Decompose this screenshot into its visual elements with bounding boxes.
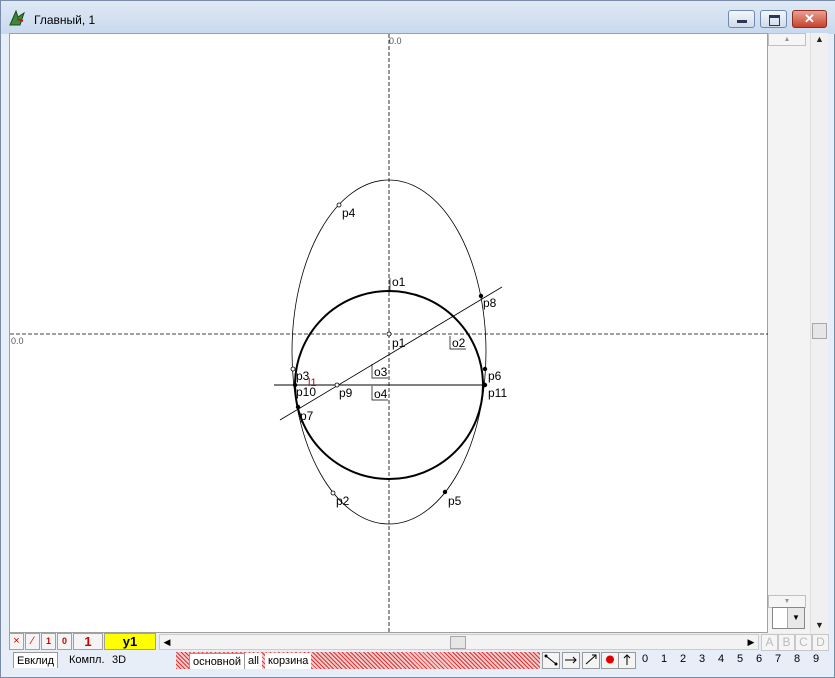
point-p1 — [386, 331, 392, 337]
drawing-canvas[interactable]: 0.0 0.0 o1 p1 o2 o3 o4 p4 p8 p3 l1 p10 p… — [9, 33, 769, 634]
scroll-up-arrow[interactable]: ▲ — [812, 33, 827, 45]
digit-7[interactable]: 7 — [771, 653, 785, 665]
point-p4 — [336, 202, 342, 208]
digit-3[interactable]: 3 — [695, 653, 709, 665]
label-o1: o1 — [392, 275, 406, 289]
side-scroll-up-arrow[interactable]: ▲ — [768, 33, 806, 46]
minimize-icon — [737, 20, 747, 23]
oblique-line — [279, 286, 503, 421]
tab-kompl[interactable]: Компл. — [66, 652, 108, 668]
zero-small-button[interactable]: 0 — [57, 633, 72, 650]
digit-6[interactable]: 6 — [752, 653, 766, 665]
layer-d-button[interactable]: D — [812, 634, 829, 651]
up-tool-button[interactable] — [618, 652, 636, 669]
one-small-button[interactable]: 1 — [41, 633, 56, 650]
vector-tool-button[interactable] — [582, 652, 600, 669]
digit-1[interactable]: 1 — [657, 653, 671, 665]
scroll-down-arrow[interactable]: ▼ — [812, 619, 827, 631]
layer-b-button[interactable]: B — [778, 634, 795, 651]
minimize-button[interactable] — [728, 10, 755, 28]
tab-euclid[interactable]: Евклид — [13, 652, 59, 668]
horizontal-scroll-thumb[interactable] — [450, 636, 466, 649]
delete-button[interactable]: × — [9, 633, 24, 650]
label-o4: o4 — [374, 387, 388, 401]
segment-icon — [544, 654, 558, 666]
digit-0[interactable]: 0 — [638, 653, 652, 665]
scroll-right-arrow[interactable]: ▶ — [744, 635, 758, 649]
app-icon — [9, 9, 25, 26]
title-bar: Главный, 1 ✕ — [1, 1, 835, 34]
scroll-left-arrow[interactable]: ◀ — [160, 635, 174, 649]
chevron-down-icon[interactable]: ▼ — [787, 608, 804, 628]
ray-tool-button[interactable] — [562, 652, 580, 669]
point-p2 — [330, 490, 336, 496]
point-p3 — [290, 366, 296, 372]
segment-tool-button[interactable] — [542, 652, 560, 669]
vertical-scroll-thumb[interactable] — [812, 323, 827, 339]
layer-c-button[interactable]: C — [795, 634, 812, 651]
point-p5 — [442, 489, 448, 495]
window-title: Главный, 1 — [34, 13, 96, 27]
tab-3d[interactable]: 3D — [109, 652, 129, 668]
vertical-scrollbar[interactable]: ▲ ▼ — [810, 33, 828, 633]
slash-button[interactable]: ⁄ — [25, 633, 40, 650]
arrow-up-icon — [623, 654, 631, 665]
label-p11: p11 — [488, 386, 507, 400]
digit-9[interactable]: 9 — [809, 653, 823, 665]
label-p4: p4 — [342, 206, 356, 220]
label-p10: p10 — [296, 385, 316, 399]
geometry-drawing[interactable]: 0.0 0.0 o1 p1 o2 o3 o4 p4 p8 p3 l1 p10 p… — [10, 34, 769, 634]
maximize-icon — [769, 15, 780, 26]
label-p8: p8 — [483, 296, 497, 310]
label-o2: o2 — [452, 336, 466, 350]
tab-layer-korzina[interactable]: корзина — [265, 653, 312, 669]
close-button[interactable]: ✕ — [792, 10, 827, 28]
label-p6: p6 — [488, 369, 502, 383]
point-p11 — [482, 382, 488, 388]
axis-top-label: 0.0 — [389, 36, 402, 46]
diagonal-arrow-icon — [585, 654, 597, 665]
layer-combo[interactable]: ▼ — [772, 607, 805, 629]
label-p5: p5 — [448, 494, 462, 508]
label-p9: p9 — [339, 386, 353, 400]
layer-a-button[interactable]: A — [761, 634, 778, 651]
label-o3: o3 — [374, 365, 388, 379]
close-icon: ✕ — [804, 11, 815, 26]
value-one-field[interactable]: 1 — [73, 633, 103, 650]
point-tool-button[interactable] — [601, 652, 619, 669]
digit-8[interactable]: 8 — [790, 653, 804, 665]
red-dot-icon — [606, 655, 614, 664]
tab-layer-all[interactable]: all — [245, 653, 263, 669]
tab-layer-osnovnoy[interactable]: основной — [189, 653, 245, 669]
axis-left-label: 0.0 — [11, 336, 24, 346]
maximize-button[interactable] — [760, 10, 787, 28]
side-panel-scroll[interactable]: ▲ ▼ — [768, 33, 810, 633]
y1-field[interactable]: y1 — [104, 633, 156, 650]
digit-5[interactable]: 5 — [733, 653, 747, 665]
main-window: Главный, 1 ✕ 0.0 0.0 o1 p1 o2 o3 o4 p4 p… — [0, 0, 835, 678]
horizontal-scrollbar[interactable]: ◀ ▶ — [159, 634, 759, 650]
label-p2: p2 — [336, 494, 350, 508]
label-p1: p1 — [392, 336, 406, 350]
label-p7: p7 — [300, 409, 314, 423]
arrow-right-icon — [565, 656, 577, 664]
digit-4[interactable]: 4 — [714, 653, 728, 665]
point-p6 — [482, 366, 488, 372]
digit-2[interactable]: 2 — [676, 653, 690, 665]
